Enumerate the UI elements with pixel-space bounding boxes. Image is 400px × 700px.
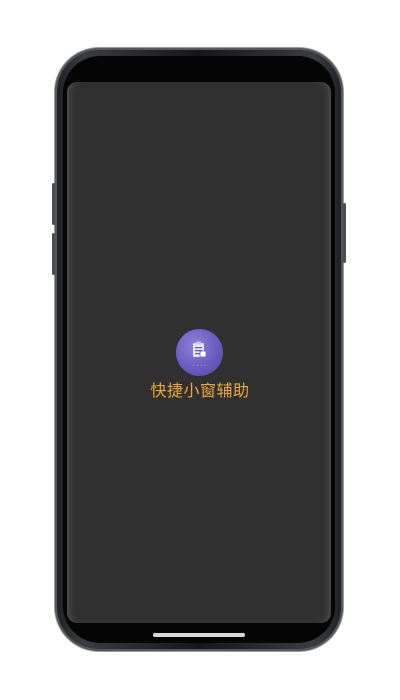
app-icon: • • • • [176,329,223,376]
app-title: 快捷小窗辅助 [150,381,250,400]
volume-down-button [52,233,55,275]
home-indicator[interactable] [153,633,245,637]
clipboard-window-icon [193,341,207,358]
icon-caption: • • • • [192,363,207,367]
volume-up-button [52,183,55,225]
power-button [343,203,346,263]
